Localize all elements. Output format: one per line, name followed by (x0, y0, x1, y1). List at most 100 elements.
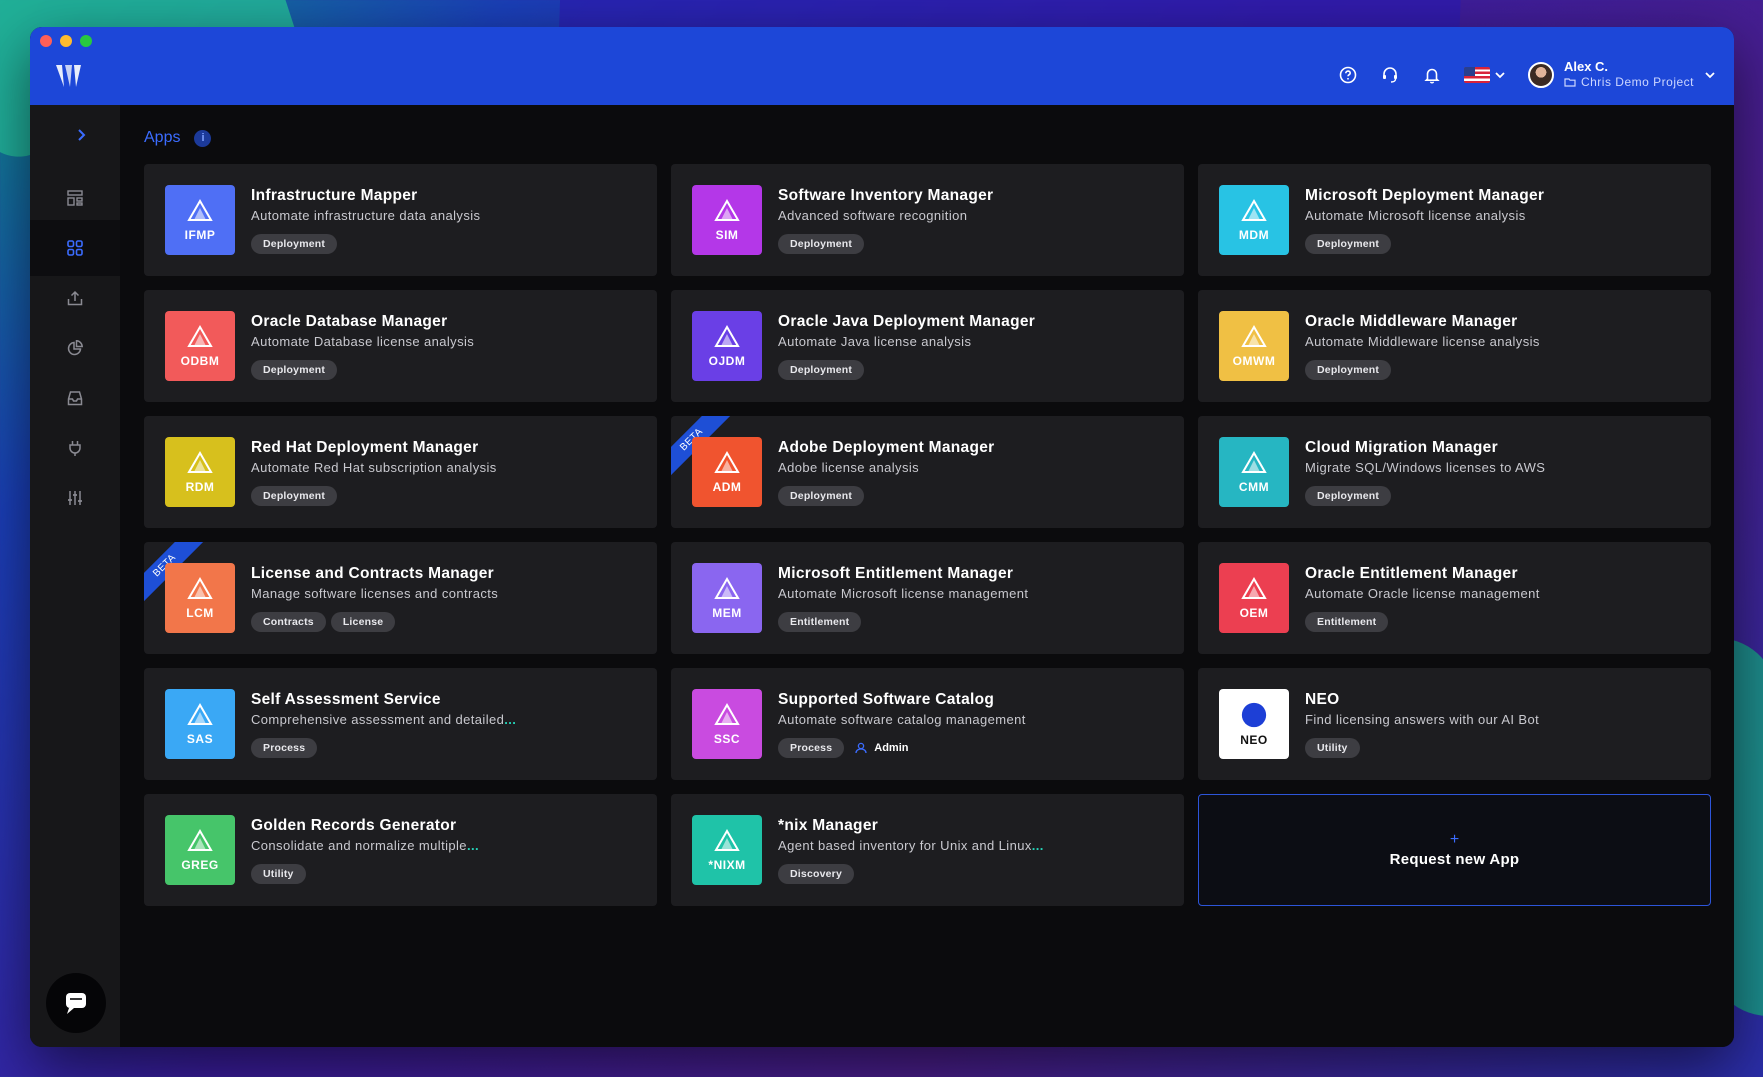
app-card[interactable]: BETAADMAdobe Deployment ManagerAdobe lic… (671, 416, 1184, 528)
app-card[interactable]: CMM Cloud Migration Manager Migrate SQL/Wi… (1198, 416, 1711, 528)
dashboard-icon (67, 190, 83, 206)
more-ellipsis[interactable]: ... (504, 712, 516, 727)
minimize-window-button[interactable] (60, 35, 72, 47)
app-abbr: *NIXM (708, 858, 746, 872)
app-description-text: Manage software licenses and contracts (251, 586, 499, 601)
user-menu[interactable]: Alex C. Chris Demo Project (1527, 59, 1716, 90)
app-description: Automate Microsoft license management (778, 585, 1168, 603)
app-description-text: Comprehensive assessment and detailed (251, 712, 505, 727)
app-card[interactable]: ODBM Oracle Database Manager Automate Data… (144, 290, 657, 402)
more-ellipsis[interactable]: ... (467, 838, 479, 853)
app-card-body: Oracle Database Manager Automate Database… (251, 313, 641, 380)
app-icon: MDM (1219, 185, 1289, 255)
app-icon: LCM (165, 563, 235, 633)
category-tag: Deployment (251, 486, 338, 506)
sidebar-item-apps[interactable] (30, 220, 120, 276)
app-description-text: Automate Java license analysis (778, 334, 972, 349)
app-icon: CMM (1219, 437, 1289, 507)
app-card[interactable]: OJDM Oracle Java Deployment Manager Automa… (671, 290, 1184, 402)
project-name: Chris Demo Project (1580, 75, 1694, 89)
window-controls (40, 35, 92, 47)
top-right-toolbar: Alex C. Chris Demo Project (1338, 59, 1716, 90)
breadcrumb-apps[interactable]: Apps (144, 129, 180, 147)
sidebar-item-upload[interactable] (30, 270, 120, 326)
app-card[interactable]: RDM Red Hat Deployment Manager Automate Re… (144, 416, 657, 528)
app-card[interactable]: OEM Oracle Entitlement Manager Automate Or… (1198, 542, 1711, 654)
app-description: Find licensing answers with our AI Bot (1305, 711, 1695, 729)
app-card[interactable]: MEM Microsoft Entitlement Manager Automate… (671, 542, 1184, 654)
app-description-text: Automate Microsoft license management (778, 586, 1029, 601)
app-abbr: SSC (713, 732, 741, 746)
info-icon[interactable]: i (194, 129, 212, 147)
tag-list: Deployment (251, 486, 641, 506)
chat-support-button[interactable] (46, 973, 106, 1033)
help-icon[interactable] (1338, 65, 1358, 85)
close-window-button[interactable] (40, 35, 52, 47)
app-card-body: Adobe Deployment Manager Adobe license an… (778, 439, 1168, 506)
app-icon: SSC (692, 689, 762, 759)
app-glyph-icon (714, 829, 740, 851)
sidebar (30, 105, 120, 1047)
app-glyph-icon (187, 325, 213, 347)
app-description: Automate Middleware license analysis (1305, 333, 1695, 351)
app-card-body: Golden Records Generator Consolidate and … (251, 817, 641, 884)
app-icon: SIM (692, 185, 762, 255)
app-card[interactable]: *NIXM *nix Manager Agent based inventory f… (671, 794, 1184, 906)
plus-icon: + (1449, 830, 1460, 848)
category-tag: Process (778, 738, 845, 758)
app-description-text: Automate Red Hat subscription analysis (251, 460, 497, 475)
category-tag: Deployment (778, 486, 865, 506)
sidebar-item-reports[interactable] (30, 320, 120, 376)
admin-badge: Admin (855, 742, 909, 754)
folder-icon (1564, 78, 1576, 87)
zoom-window-button[interactable] (80, 35, 92, 47)
category-tag: Contracts (251, 612, 326, 632)
sidebar-expand-toggle[interactable] (72, 125, 92, 145)
app-abbr: SIM (715, 228, 739, 242)
support-headset-icon[interactable] (1380, 65, 1400, 85)
app-icon: OMWM (1219, 311, 1289, 381)
app-description: Adobe license analysis (778, 459, 1168, 477)
top-bar: Alex C. Chris Demo Project (30, 27, 1734, 105)
app-description-text: Advanced software recognition (778, 208, 968, 223)
app-description: Automate Microsoft license analysis (1305, 207, 1695, 225)
app-card-body: Oracle Middleware Manager Automate Middle… (1305, 313, 1695, 380)
app-icon: NEO (1219, 689, 1289, 759)
app-abbr: CMM (1238, 480, 1270, 494)
app-icon: SAS (165, 689, 235, 759)
request-new-app-button[interactable]: + Request new App (1198, 794, 1711, 906)
notification-bell-icon[interactable] (1422, 65, 1442, 85)
app-card[interactable]: SSC Supported Software Catalog Automate so… (671, 668, 1184, 780)
sidebar-item-integrations[interactable] (30, 420, 120, 476)
app-card[interactable]: IFMP Infrastructure Mapper Automate infras… (144, 164, 657, 276)
app-card[interactable]: BETALCMLicense and Contracts ManagerMana… (144, 542, 657, 654)
tag-list: Deployment (778, 486, 1168, 506)
category-tag: Utility (1305, 738, 1360, 758)
app-card[interactable]: SAS Self Assessment Service Comprehensive … (144, 668, 657, 780)
more-ellipsis[interactable]: ... (1032, 838, 1044, 853)
sidebar-item-settings[interactable] (30, 470, 120, 526)
chevron-right-icon (78, 129, 86, 141)
app-description-text: Migrate SQL/Windows licenses to AWS (1305, 460, 1546, 475)
app-description: Comprehensive assessment and detailed... (251, 711, 641, 729)
app-title: Golden Records Generator (251, 817, 457, 834)
sidebar-item-dashboard[interactable] (30, 170, 120, 226)
brand-logo-icon[interactable] (52, 61, 84, 91)
app-card[interactable]: OMWM Oracle Middleware Manager Automate Mi… (1198, 290, 1711, 402)
sidebar-item-inbox[interactable] (30, 370, 120, 426)
app-glyph-icon (187, 577, 213, 599)
app-abbr: OMWM (1232, 354, 1276, 368)
app-description: Agent based inventory for Unix and Linux… (778, 837, 1168, 855)
language-selector[interactable] (1463, 66, 1506, 83)
app-card[interactable]: SIM Software Inventory Manager Advanced so… (671, 164, 1184, 276)
app-title: Red Hat Deployment Manager (251, 439, 479, 456)
tag-list: Process Admin (778, 738, 1168, 758)
app-description: Automate Database license analysis (251, 333, 641, 351)
app-abbr: RDM (185, 480, 215, 494)
category-tag: Deployment (778, 360, 865, 380)
app-card[interactable]: NEO NEO Find licensing answers with our AI… (1198, 668, 1711, 780)
app-title: Adobe Deployment Manager (778, 439, 995, 456)
app-card[interactable]: GREG Golden Records Generator Consolidate … (144, 794, 657, 906)
app-card[interactable]: MDM Microsoft Deployment Manager Automate … (1198, 164, 1711, 276)
tag-list: Entitlement (778, 612, 1168, 632)
